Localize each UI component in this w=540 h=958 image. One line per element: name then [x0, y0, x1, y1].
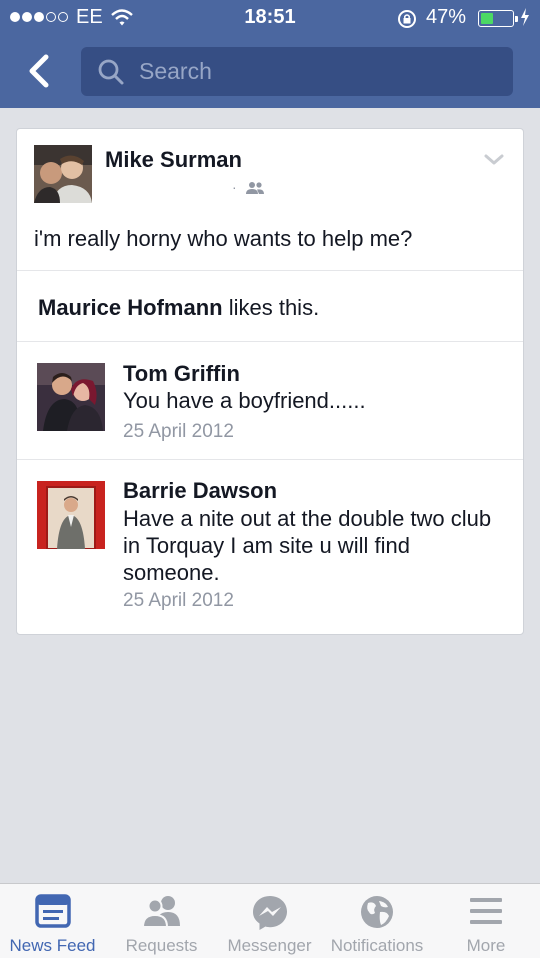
post-card: Mike Surman · i'm really horny who wants…: [16, 128, 524, 635]
back-button[interactable]: [22, 52, 58, 92]
top-navigation-bar: EE 18:51 47%: [0, 0, 540, 108]
status-bar: EE 18:51 47%: [0, 0, 540, 36]
author-avatar[interactable]: [34, 145, 92, 203]
friends-icon: [245, 182, 264, 195]
tab-label: News Feed: [9, 936, 96, 955]
battery-icon: [478, 10, 518, 27]
liker-name[interactable]: Maurice Hofmann: [38, 295, 223, 320]
comment-text: You have a boyfriend......: [123, 388, 366, 413]
comment-date: 25 April 2012: [123, 590, 234, 611]
post-options-chevron-icon[interactable]: [483, 153, 505, 172]
menu-icon: [434, 894, 538, 930]
search-icon: [97, 58, 125, 91]
chevron-left-icon: [29, 54, 49, 88]
charging-icon: [519, 7, 531, 33]
post-text: i'm really horny who wants to help me?: [34, 226, 413, 251]
bottom-tab-bar: News Feed Requests Messenger Notificatio…: [0, 883, 540, 958]
tab-label: Requests: [125, 936, 198, 955]
globe-icon: [322, 894, 432, 930]
post-author-name[interactable]: Mike Surman: [105, 147, 242, 173]
comment-date: 25 April 2012: [123, 421, 234, 442]
commenter-name[interactable]: Tom Griffin: [123, 361, 240, 387]
news-feed-icon: [0, 894, 105, 930]
tab-news-feed[interactable]: News Feed: [0, 884, 105, 958]
search-box[interactable]: [81, 47, 513, 96]
comment: Barrie Dawson Have a nite out at the dou…: [17, 459, 523, 634]
commenter-avatar[interactable]: [37, 481, 105, 549]
tab-label: Notifications: [330, 936, 424, 955]
search-input[interactable]: [139, 47, 499, 96]
comment: Tom Griffin You have a boyfriend...... 2…: [17, 341, 523, 459]
post-meta: ·: [232, 179, 265, 195]
tab-requests[interactable]: Requests: [109, 884, 214, 958]
likes-suffix: likes this.: [222, 295, 320, 320]
tab-notifications[interactable]: Notifications: [322, 884, 432, 958]
battery-percentage: 47%: [426, 6, 467, 28]
tab-more[interactable]: More: [434, 884, 538, 958]
likes-summary[interactable]: Maurice Hofmann likes this.: [38, 295, 319, 321]
requests-icon: [109, 894, 214, 930]
tab-messenger[interactable]: Messenger: [217, 884, 322, 958]
tab-label: Messenger: [227, 936, 312, 955]
commenter-name[interactable]: Barrie Dawson: [123, 478, 277, 504]
commenter-avatar[interactable]: [37, 363, 105, 431]
messenger-icon: [217, 894, 322, 930]
divider: [17, 270, 523, 271]
tab-label: More: [466, 936, 506, 955]
comment-text: Have a nite out at the double two club i…: [123, 506, 492, 585]
rotation-lock-icon: [396, 8, 418, 36]
